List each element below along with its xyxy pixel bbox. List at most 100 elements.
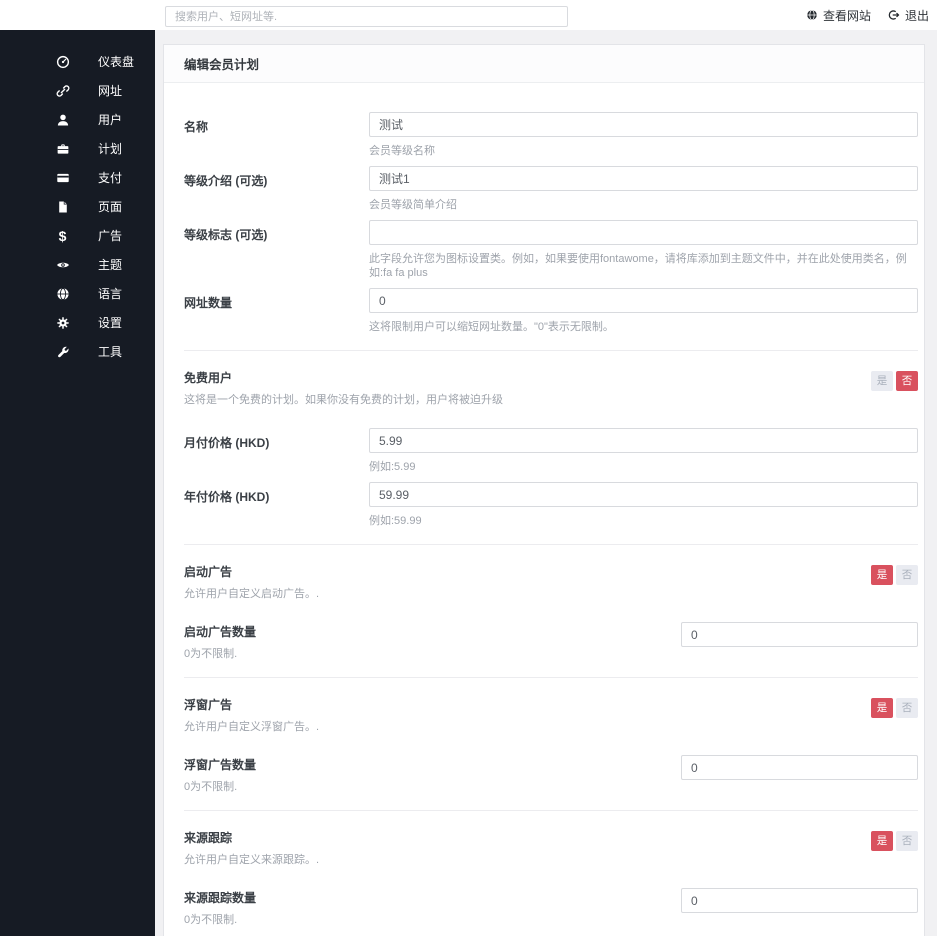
- sidebar-item-label: 页面: [98, 200, 123, 214]
- form-row-source-tracking-count: 来源跟踪数量 0为不限制.: [184, 888, 918, 927]
- sidebar-item-themes[interactable]: 主题: [0, 250, 155, 279]
- field-label: 浮窗广告数量: [184, 758, 257, 772]
- sidebar-item-settings[interactable]: 设置: [0, 308, 155, 337]
- divider: [184, 350, 918, 351]
- yearly-price-input[interactable]: [369, 482, 918, 507]
- splash-ads-count-input[interactable]: [681, 622, 918, 647]
- monthly-price-input[interactable]: [369, 428, 918, 453]
- card-title: 编辑会员计划: [164, 45, 924, 83]
- credit-card-icon: [55, 170, 70, 185]
- field-label: 等级标志 (可选): [184, 228, 268, 242]
- eye-icon: [55, 257, 70, 272]
- sidebar-item-plans[interactable]: 计划: [0, 134, 155, 163]
- field-label: 年付价格 (HKD): [184, 490, 270, 504]
- field-label: 等级介绍 (可选): [184, 174, 268, 188]
- dashboard-icon: [55, 54, 70, 69]
- edit-plan-card: 编辑会员计划 名称会员等级名称等级介绍 (可选) 会员等级简单介绍等级标志 (可选…: [163, 44, 925, 936]
- field-help: 允许用户自定义来源跟踪。.: [184, 854, 320, 866]
- sidebar-item-urls[interactable]: 网址: [0, 76, 155, 105]
- form-row-yearly-price: 年付价格 (HKD) 例如:59.99: [184, 482, 918, 528]
- form-row-free-user: 免费用户这将是一个免费的计划。如果你没有免费的计划，用户将被迫升级 是否: [184, 368, 918, 407]
- overlay-ads-yes-button[interactable]: 是: [871, 698, 893, 718]
- briefcase-icon: [55, 141, 70, 156]
- form-row-overlay-ads: 浮窗广告 允许用户自定义浮窗广告。. 是否: [184, 695, 918, 734]
- divider: [184, 677, 918, 678]
- field-label: 启动广告: [184, 565, 233, 579]
- sidebar-item-label: 计划: [98, 142, 123, 156]
- topbar-links: 查看网站 退出: [806, 0, 929, 30]
- source-tracking-no-button[interactable]: 否: [896, 831, 918, 851]
- globe-icon: [806, 9, 818, 21]
- field-help: 这将限制用户可以缩短网址数量。"0"表示无限制。: [369, 321, 614, 333]
- sidebar-nav: 仪表盘网址用户计划支付页面 $ 广告主题语言设置工具: [0, 47, 155, 366]
- free-user-yes-button[interactable]: 是: [871, 371, 893, 391]
- view-site-link[interactable]: 查看网站: [806, 7, 871, 24]
- divider: [184, 810, 918, 811]
- sidebar-item-pages[interactable]: 页面: [0, 192, 155, 221]
- form-row-source-tracking: 来源跟踪允许用户自定义来源跟踪。. 是否: [184, 828, 918, 867]
- badge-input[interactable]: [369, 220, 918, 245]
- field-label: 来源跟踪: [184, 831, 233, 845]
- field-help: 这将是一个免费的计划。如果你没有免费的计划，用户将被迫升级: [184, 394, 503, 406]
- form-row-overlay-ads-count: 浮窗广告数量 0为不限制.: [184, 755, 918, 794]
- name-input[interactable]: [369, 112, 918, 137]
- sidebar-item-label: 广告: [98, 229, 123, 243]
- top-link-label: 退出: [904, 8, 929, 23]
- description-input[interactable]: [369, 166, 918, 191]
- sidebar-item-label: 用户: [98, 113, 123, 127]
- sidebar-item-label: 设置: [98, 316, 123, 330]
- source-tracking-count-input[interactable]: [681, 888, 918, 913]
- field-label: 免费用户: [184, 371, 233, 385]
- field-label: 月付价格 (HKD): [184, 436, 270, 450]
- sidebar-item-languages[interactable]: 语言: [0, 279, 155, 308]
- search-input[interactable]: [165, 6, 568, 27]
- sidebar-item-users[interactable]: 用户: [0, 105, 155, 134]
- sidebar-item-label: 网址: [98, 84, 123, 98]
- field-help: 此字段允许您为图标设置类。例如，如果要使用fontawome，请将库添加到主题文…: [369, 253, 907, 279]
- user-icon: [55, 112, 70, 127]
- field-help: 会员等级简单介绍: [369, 199, 457, 211]
- logout-icon: [888, 9, 900, 21]
- field-help: 允许用户自定义浮窗广告。.: [184, 721, 320, 733]
- top-link-label: 查看网站: [822, 8, 871, 23]
- globe-icon: [55, 286, 70, 301]
- form-row-monthly-price: 月付价格 (HKD) 例如:5.99: [184, 428, 918, 474]
- wrench-icon: [55, 344, 70, 359]
- source-tracking-yes-button[interactable]: 是: [871, 831, 893, 851]
- sidebar-item-tools[interactable]: 工具: [0, 337, 155, 366]
- free-user-no-button[interactable]: 否: [896, 371, 918, 391]
- sidebar-item-label: 语言: [98, 287, 123, 301]
- overlay-ads-no-button[interactable]: 否: [896, 698, 918, 718]
- form-row-name: 名称会员等级名称: [184, 112, 918, 158]
- sidebar-item-dashboard[interactable]: 仪表盘: [0, 47, 155, 76]
- dollar-icon: $: [58, 227, 67, 244]
- divider: [184, 544, 918, 545]
- sidebar-item-label: 工具: [98, 345, 123, 359]
- link-icon: [55, 83, 70, 98]
- main-content: 编辑会员计划 名称会员等级名称等级介绍 (可选) 会员等级简单介绍等级标志 (可选…: [155, 30, 937, 936]
- splash-ads-no-button[interactable]: 否: [896, 565, 918, 585]
- splash-ads-yes-button[interactable]: 是: [871, 565, 893, 585]
- field-help: 例如:5.99: [369, 461, 416, 473]
- field-label: 启动广告数量: [184, 625, 257, 639]
- form-row-description: 等级介绍 (可选) 会员等级简单介绍: [184, 166, 918, 212]
- field-help: 0为不限制.: [184, 648, 238, 660]
- sidebar-item-ads[interactable]: $ 广告: [0, 221, 155, 250]
- sidebar-item-label: 主题: [98, 258, 123, 272]
- form-row-badge: 等级标志 (可选) 此字段允许您为图标设置类。例如，如果要使用fontawome，…: [184, 220, 918, 280]
- form-row-splash-ads-count: 启动广告数量 0为不限制.: [184, 622, 918, 661]
- sidebar-item-payments[interactable]: 支付: [0, 163, 155, 192]
- form-row-splash-ads: 启动广告允许用户自定义启动广告。. 是否: [184, 562, 918, 601]
- logout-link[interactable]: 退出: [888, 7, 929, 24]
- form-row-url-limit: 网址数量这将限制用户可以缩短网址数量。"0"表示无限制。: [184, 288, 918, 334]
- field-help: 例如:59.99: [369, 515, 422, 527]
- overlay-ads-count-input[interactable]: [681, 755, 918, 780]
- sidebar-item-label: 仪表盘: [98, 55, 135, 69]
- url-limit-input[interactable]: [369, 288, 918, 313]
- field-label: 网址数量: [184, 296, 233, 310]
- sidebar-item-label: 支付: [98, 171, 123, 185]
- gear-icon: [55, 315, 70, 330]
- field-label: 名称: [184, 120, 209, 134]
- field-help: 允许用户自定义启动广告。.: [184, 588, 320, 600]
- sidebar: 仪表盘网址用户计划支付页面 $ 广告主题语言设置工具: [0, 30, 155, 936]
